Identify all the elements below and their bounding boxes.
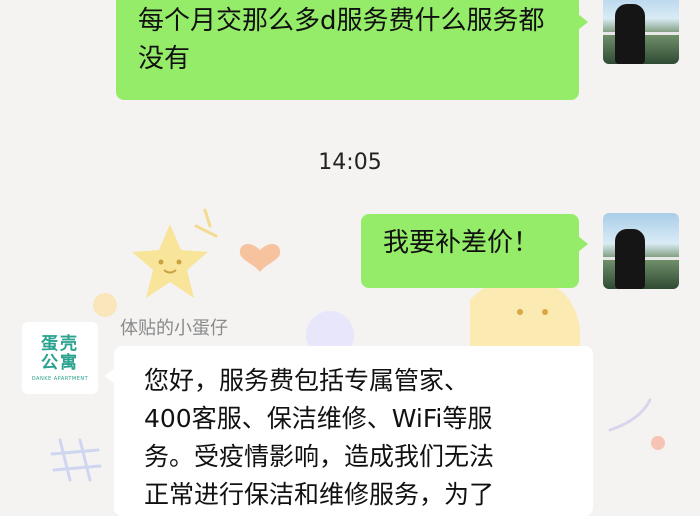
bubble-doodle <box>93 293 117 317</box>
outgoing-message[interactable]: 我要补差价！ <box>361 214 588 288</box>
message-line: 正常进行保洁和维修服务，为了 <box>144 480 495 509</box>
sender-name: 体贴的小蛋仔 <box>120 318 228 339</box>
heart-doodle <box>239 244 281 272</box>
star-doodle <box>132 224 208 298</box>
message-line: 您好，服务费包括专属管家、 <box>144 366 470 395</box>
message-text: 我要补差价！ <box>383 228 540 258</box>
brand-logo-text: 蛋壳公寓 <box>41 333 79 373</box>
dot-doodle <box>651 436 665 450</box>
brand-logo-subtext: DANKE APARTMENT <box>31 375 89 382</box>
hash-doodle <box>50 438 102 482</box>
message-line: 务。受疫情影响，造成我们无法 <box>144 442 495 471</box>
arc-doodle <box>608 398 652 432</box>
message-text: 每个月交那么多d服务费什么服务都没有 <box>138 6 545 74</box>
sparkle-doodle <box>194 208 218 238</box>
brand-avatar[interactable]: 蛋壳公寓 DANKE APARTMENT <box>22 322 98 394</box>
user-avatar[interactable] <box>603 0 679 64</box>
outgoing-message[interactable]: 每个月交那么多d服务费什么服务都没有 <box>116 0 588 100</box>
message-line: 400客服、保洁维修、WiFi等服 <box>144 404 493 433</box>
incoming-message[interactable]: 您好，服务费包括专属管家、 400客服、保洁维修、WiFi等服 务。受疫情影响，… <box>105 346 593 516</box>
message-timestamp: 14:05 <box>318 150 382 175</box>
user-avatar[interactable] <box>603 213 679 289</box>
